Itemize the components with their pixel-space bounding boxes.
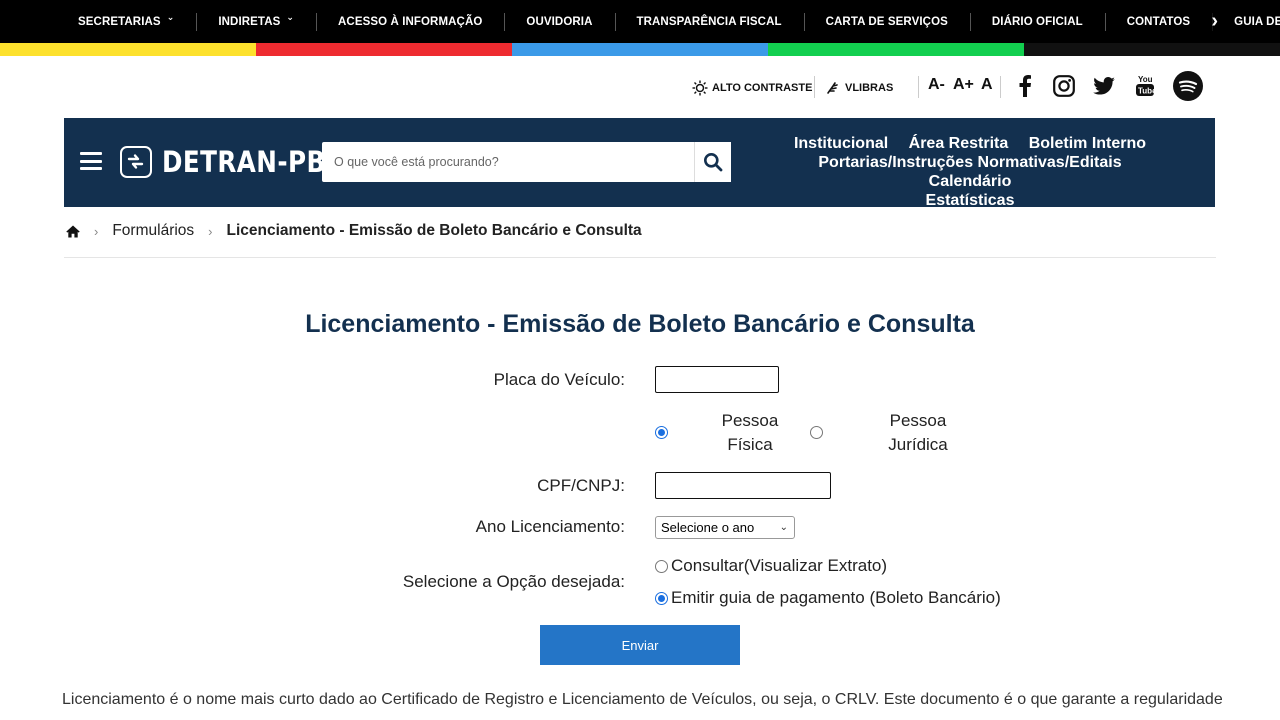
hand-icon bbox=[827, 82, 838, 94]
gov-nav-acesso-informacao[interactable]: ACESSO À INFORMAÇÃO bbox=[316, 0, 504, 43]
home-icon[interactable] bbox=[66, 225, 80, 238]
twitter-icon[interactable] bbox=[1088, 70, 1120, 102]
description-text: Licenciamento é o nome mais curto dado a… bbox=[62, 691, 1222, 708]
facebook-icon[interactable] bbox=[1009, 70, 1041, 102]
spotify-icon[interactable] bbox=[1172, 70, 1204, 102]
cpf-cnpj-label: CPF/CNPJ: bbox=[537, 476, 625, 495]
chevron-down-icon: ⌄ bbox=[779, 522, 788, 533]
gov-nav-transparencia-fiscal[interactable]: TRANSPARÊNCIA FISCAL bbox=[614, 0, 804, 43]
font-decrease-button[interactable]: A- bbox=[928, 76, 945, 94]
search-icon bbox=[704, 153, 723, 172]
breadcrumb: › Formulários › Licenciamento - Emissão … bbox=[66, 222, 642, 240]
option-label: Selecione a Opção desejada: bbox=[402, 572, 625, 591]
main-nav: Institucional Área Restrita Boletim Inte… bbox=[760, 134, 1180, 210]
detran-logo-icon[interactable] bbox=[120, 146, 152, 178]
youtube-icon[interactable]: You Tube bbox=[1129, 70, 1161, 102]
radio-consultar[interactable] bbox=[655, 560, 668, 573]
gov-nav-carta-servicos[interactable]: CARTA DE SERVIÇOS bbox=[803, 0, 970, 43]
page-title: Licenciamento - Emissão de Boleto Bancár… bbox=[305, 310, 975, 338]
radio-emitir-guia[interactable] bbox=[655, 592, 668, 605]
site-logo-text[interactable]: DETRAN-PB bbox=[162, 145, 326, 179]
submit-button[interactable]: Enviar bbox=[540, 625, 740, 665]
breadcrumb-current: Licenciamento - Emissão de Boleto Bancár… bbox=[226, 222, 642, 239]
radio-pessoa-juridica-label[interactable]: Pessoa Jurídica bbox=[878, 409, 958, 457]
search-button[interactable] bbox=[694, 142, 731, 182]
vlibras-button[interactable]: VLIBRAS bbox=[825, 80, 893, 96]
gov-nav-diario-oficial[interactable]: DIÁRIO OFICIAL bbox=[969, 0, 1105, 43]
hamburger-menu-icon[interactable] bbox=[80, 152, 102, 170]
plate-input[interactable] bbox=[655, 366, 779, 393]
radio-pessoa-juridica[interactable] bbox=[810, 426, 823, 439]
search-input[interactable] bbox=[322, 142, 694, 182]
instagram-icon[interactable] bbox=[1048, 70, 1080, 102]
gov-nav-indiretas[interactable]: INDIRETAS ⌄ bbox=[196, 0, 316, 43]
gov-top-bar: SECRETARIAS ⌄ INDIRETAS ⌄ ACESSO À INFORMA… bbox=[0, 0, 1280, 43]
chevron-right-icon: › bbox=[94, 223, 99, 239]
svg-text:Tube: Tube bbox=[1138, 87, 1155, 96]
nav-area-restrita[interactable]: Área Restrita bbox=[909, 135, 1009, 152]
high-contrast-button[interactable]: ALTO CONTRASTE bbox=[692, 80, 812, 96]
nav-institucional[interactable]: Institucional bbox=[794, 135, 888, 152]
year-select[interactable]: Selecione o ano ⌄ bbox=[655, 516, 795, 539]
cpf-cnpj-input[interactable] bbox=[655, 472, 831, 499]
font-reset-button[interactable]: A bbox=[981, 76, 993, 94]
gov-nav-ouvidoria[interactable]: OUVIDORIA bbox=[504, 0, 614, 43]
gov-nav: SECRETARIAS ⌄ INDIRETAS ⌄ ACESSO À INFORMA… bbox=[0, 0, 1280, 43]
chevron-down-icon: ⌄ bbox=[286, 12, 295, 22]
radio-emitir-guia-label[interactable]: Emitir guia de pagamento (Boleto Bancári… bbox=[671, 586, 1001, 610]
nav-estatisticas[interactable]: Estatísticas bbox=[926, 192, 1015, 209]
plate-label: Placa do Veículo: bbox=[493, 370, 625, 389]
font-increase-button[interactable]: A+ bbox=[953, 76, 974, 94]
chevron-down-icon: ⌄ bbox=[166, 12, 175, 22]
gov-nav-secretarias[interactable]: SECRETARIAS ⌄ bbox=[56, 0, 196, 43]
chevron-right-icon: › bbox=[208, 223, 213, 239]
color-stripes bbox=[0, 43, 1280, 56]
accessibility-bar: ALTO CONTRASTE VLIBRAS A- A+ A You Tube bbox=[0, 56, 1280, 118]
breadcrumb-formularios[interactable]: Formulários bbox=[112, 222, 194, 240]
nav-portarias[interactable]: Portarias/Instruções Normativas/Editais bbox=[818, 154, 1121, 171]
contrast-icon bbox=[692, 80, 708, 96]
radio-pessoa-fisica[interactable] bbox=[655, 426, 668, 439]
radio-pessoa-fisica-label[interactable]: Pessoa Física bbox=[715, 409, 785, 457]
nav-calendario[interactable]: Calendário bbox=[929, 173, 1012, 190]
radio-consultar-label[interactable]: Consultar(Visualizar Extrato) bbox=[671, 554, 887, 578]
nav-boletim-interno[interactable]: Boletim Interno bbox=[1029, 135, 1146, 152]
chevron-right-icon[interactable]: › bbox=[1211, 10, 1218, 33]
gov-nav-guia[interactable]: GUIA DE bbox=[1212, 0, 1280, 43]
svg-text:You: You bbox=[1138, 75, 1153, 84]
year-label: Ano Licenciamento: bbox=[475, 517, 625, 536]
